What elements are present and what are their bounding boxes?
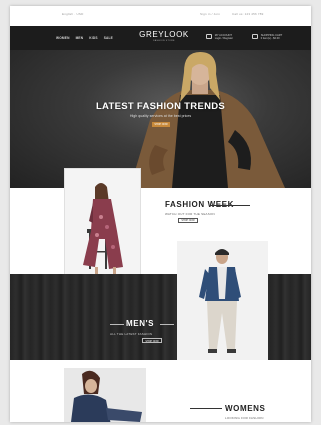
fashion-week-image[interactable]: [64, 168, 141, 281]
male-model-illustration: [177, 241, 268, 361]
cart-icon: [252, 34, 258, 39]
cart-link[interactable]: SHOPPING CART 0 item(s) - $0.00: [252, 34, 282, 41]
sign-in-link[interactable]: Sign in / Join: [200, 12, 220, 16]
mens-title: MEN'S: [126, 319, 155, 328]
hero-shop-now-button[interactable]: SHOP NOW: [152, 122, 170, 127]
site-logo[interactable]: GREYLOOK FASHION STORE: [138, 30, 190, 42]
hero-title: LATEST FASHION TRENDS: [95, 101, 226, 112]
fashion-week-subtitle: WATCH OUT FOR THE SEASON: [165, 212, 215, 216]
top-utility-bar: English · USD Sign in / Join Call us: 12…: [10, 6, 311, 26]
account-sublabel: Login / Register: [214, 37, 233, 41]
nav-links: WOMEN MEN KIDS SALE: [56, 36, 113, 40]
main-navigation: WOMEN MEN KIDS SALE GREYLOOK FASHION STO…: [10, 26, 311, 50]
language-currency-link[interactable]: English · USD: [62, 12, 83, 16]
mens-rule-right: [160, 324, 174, 325]
womens-subtitle: LOOKING FOR FASHION: [225, 416, 264, 420]
logo-tagline: FASHION STORE: [153, 40, 175, 42]
fashion-week-shop-button[interactable]: SHOP NOW: [178, 218, 198, 223]
user-icon: [206, 34, 212, 39]
nav-link-kids[interactable]: KIDS: [89, 36, 97, 40]
model-dress-illustration: [65, 169, 140, 280]
account-link[interactable]: MY ACCOUNT Login / Register: [206, 34, 233, 41]
mens-image[interactable]: [177, 241, 268, 361]
mens-shop-button[interactable]: SHOP NOW: [142, 338, 162, 343]
hero-banner: LATEST FASHION TRENDS High quality servi…: [10, 50, 311, 188]
title-rule: [210, 205, 250, 206]
logo-text: GREYLOOK: [139, 30, 189, 39]
womens-image[interactable]: [64, 368, 146, 422]
womens-title: WOMENS: [225, 404, 266, 413]
hero-subtitle: High quality services at the best prices: [129, 114, 192, 118]
page-screenshot: English · USD Sign in / Join Call us: 12…: [10, 6, 311, 422]
nav-link-men[interactable]: MEN: [76, 36, 84, 40]
cart-sublabel: 0 item(s) - $0.00: [260, 37, 280, 41]
womens-rule: [190, 408, 222, 409]
female-model-illustration: [64, 368, 146, 422]
nav-link-women[interactable]: WOMEN: [56, 36, 70, 40]
mens-subtitle: ALL THE LATEST FASHION: [110, 332, 153, 336]
phone-text: Call us: 123 456 789: [232, 12, 264, 16]
womens-section: WOMENS LOOKING FOR FASHION: [10, 360, 311, 422]
nav-link-sale[interactable]: SALE: [104, 36, 113, 40]
mens-rule-left: [110, 324, 124, 325]
